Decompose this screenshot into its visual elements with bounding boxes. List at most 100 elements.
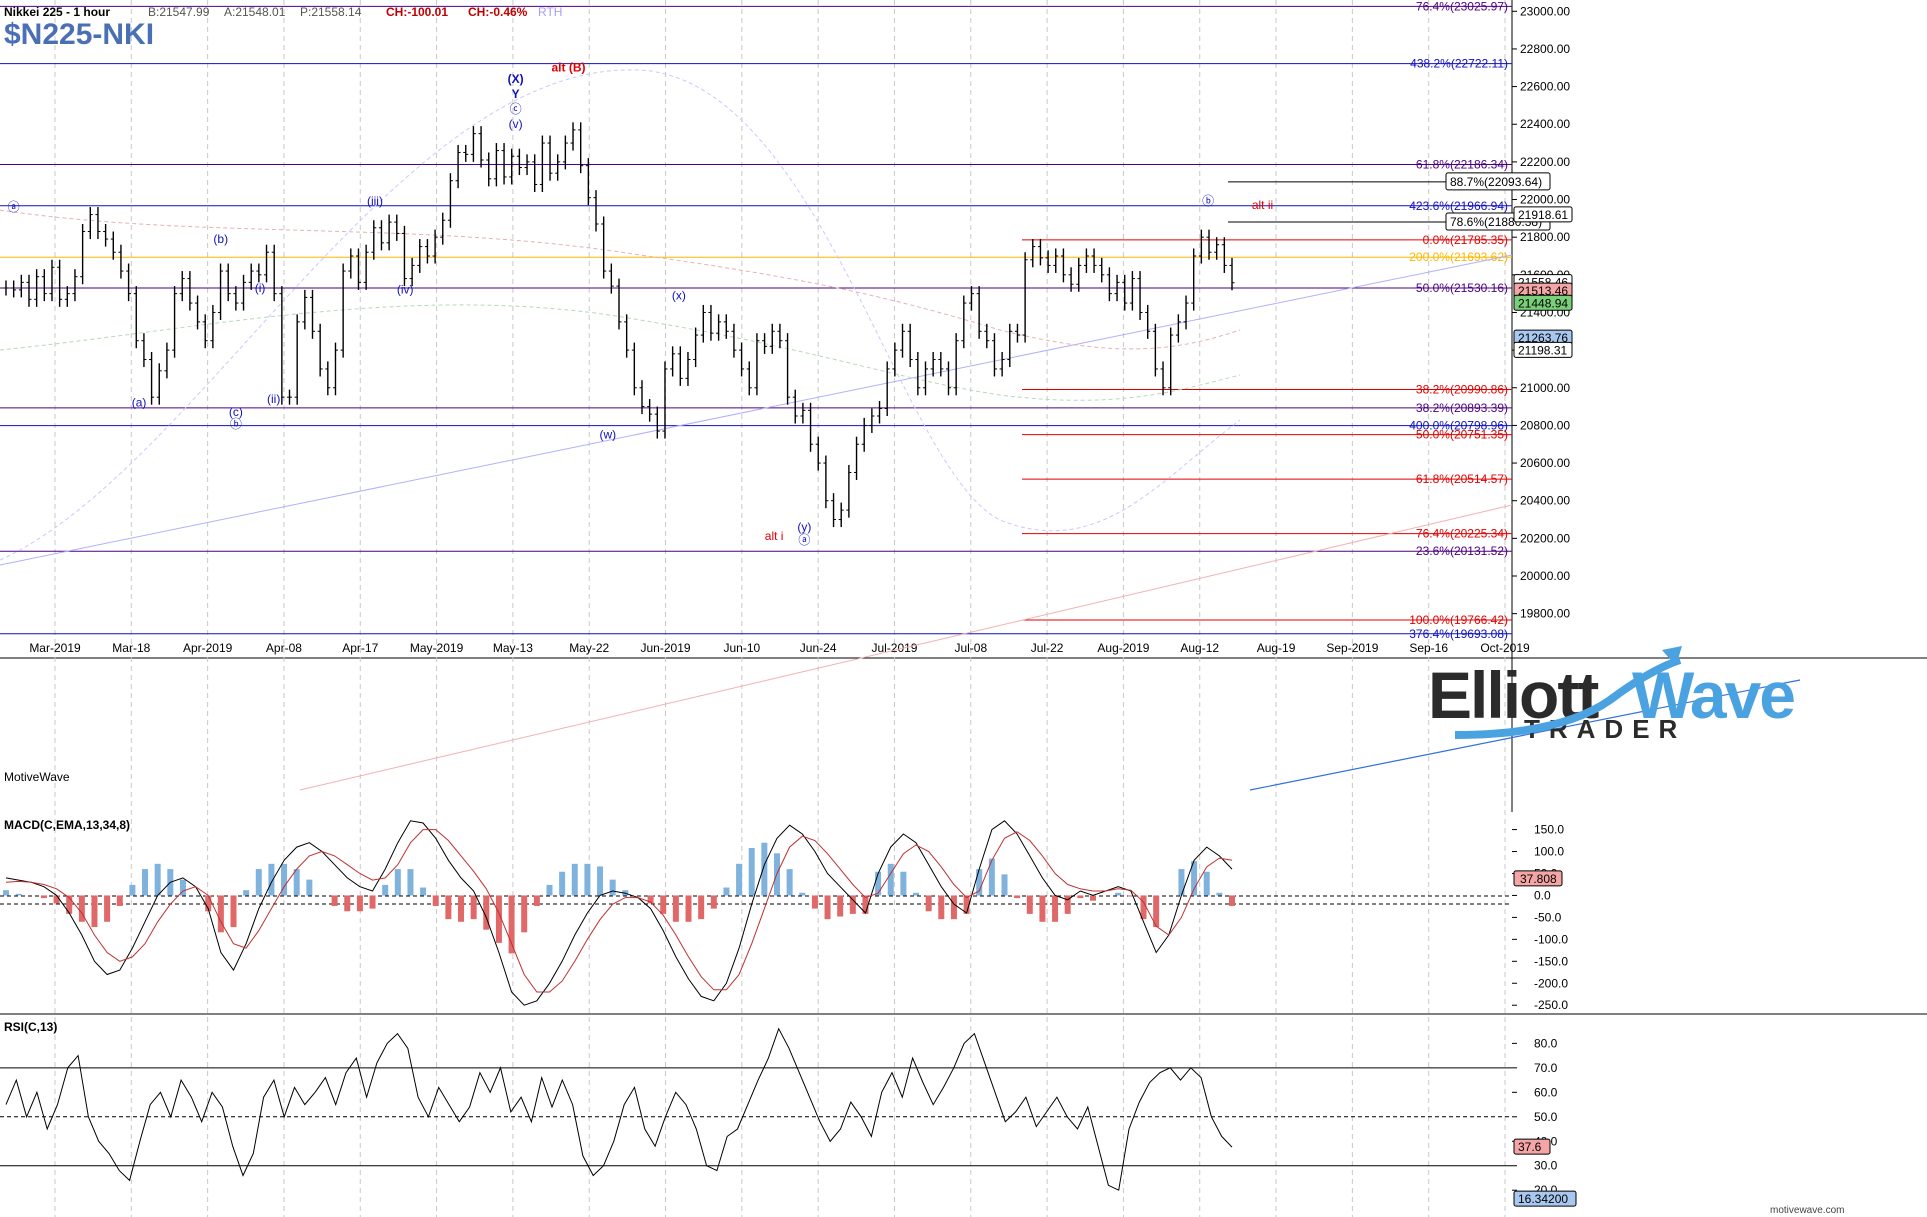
macd-histogram-bar — [660, 895, 667, 914]
macd-histogram-bar — [1216, 892, 1223, 896]
macd-histogram-bar — [559, 871, 566, 896]
fib-level-label: 376.4%(19693.08) — [1409, 627, 1508, 641]
x-tick-label: Jul-08 — [954, 641, 987, 655]
rsi-tag-label: 37.6 — [1518, 1140, 1542, 1154]
macd-histogram-bar — [432, 895, 439, 906]
wave-label: (w) — [599, 428, 616, 442]
provider-left: MotiveWave — [4, 770, 70, 784]
fib-level-label: 23.6%(20131.52) — [1416, 544, 1508, 558]
envelope-curve — [0, 209, 1241, 350]
wave-label: (iii) — [367, 194, 383, 208]
fib-level-label: 50.0%(20751.35) — [1416, 428, 1508, 442]
macd-histogram-bar — [925, 895, 932, 912]
macd-histogram-bar — [1052, 895, 1059, 922]
y-tick-label: 80.0 — [1534, 1036, 1558, 1050]
y-tick-label: 0.0 — [1534, 888, 1551, 902]
y-tick-label: 20600.00 — [1520, 456, 1570, 470]
macd-histogram-bar — [988, 858, 995, 896]
macd-histogram-bar — [470, 895, 477, 920]
macd-histogram-bar — [546, 884, 553, 896]
macd-histogram-bar — [887, 863, 894, 896]
macd-histogram-bar — [53, 895, 60, 904]
y-tick-label: 60.0 — [1534, 1085, 1558, 1099]
y-tick-label: 19800.00 — [1520, 607, 1570, 621]
instrument-title: Nikkei 225 - 1 hour — [4, 5, 110, 19]
y-tick-label: 21800.00 — [1520, 230, 1570, 244]
macd-histogram-bar — [1026, 895, 1033, 914]
y-tick-label: 100.0 — [1534, 845, 1564, 859]
fib-level-label: 38.2%(20990.86) — [1416, 382, 1508, 396]
session-label: RTH — [538, 5, 562, 19]
macd-histogram-bar — [458, 895, 465, 922]
macd-histogram-bar — [420, 887, 427, 896]
macd-histogram-bar — [1039, 895, 1046, 922]
y-tick-label: 30.0 — [1534, 1159, 1558, 1173]
macd-histogram-bar — [799, 892, 806, 896]
macd-series-line — [5, 820, 1233, 1006]
macd-histogram-bar — [268, 863, 275, 896]
wave-label: Y — [512, 87, 520, 101]
macd-panel: MACD(C,EMA,13,34,8)150.0100.050.00.0-50.… — [0, 818, 1927, 1015]
macd-histogram-bar — [584, 863, 591, 896]
fib-level-label: 0.0%(21785.35) — [1423, 233, 1508, 247]
x-tick-label: Aug-19 — [1257, 641, 1296, 655]
x-tick-label: Jun-24 — [800, 641, 837, 655]
elliottwave-logo: Elliott Wave TRADER — [1428, 646, 1796, 744]
fib-level-label: 61.8%(22186.34) — [1416, 157, 1508, 171]
x-tick-label: Apr-2019 — [183, 641, 233, 655]
macd-histogram-bar — [382, 884, 389, 896]
price-panel: Mar-2019 Mar-18 Apr-2019 Apr-08 Apr-17 May-20… — [0, 0, 1927, 1217]
macd-title: MACD(C,EMA,13,34,8) — [4, 818, 130, 832]
macd-histogram-bar — [571, 863, 578, 896]
wave-label: ⓐ — [798, 533, 810, 547]
wave-label: (a) — [132, 396, 147, 410]
x-tick-label: May-2019 — [410, 641, 464, 655]
quote-ask: A:21548.01 — [224, 5, 286, 19]
wave-label: (x) — [672, 288, 686, 302]
y-tick-label: 23000.00 — [1520, 4, 1570, 18]
x-tick-label: Apr-17 — [342, 641, 378, 655]
envelope-curve — [0, 304, 1241, 401]
macd-histogram-bar — [1089, 895, 1096, 901]
macd-histogram-bar — [369, 895, 376, 909]
wave-label: (X) — [508, 72, 524, 86]
macd-histogram-bar — [1014, 895, 1021, 899]
macd-histogram-bar — [78, 895, 85, 922]
macd-histogram-bar — [609, 879, 616, 896]
macd-histogram-bar — [1178, 869, 1185, 896]
macd-histogram-bar — [938, 895, 945, 920]
x-tick-label: Apr-08 — [266, 641, 302, 655]
macd-histogram-bar — [698, 895, 705, 920]
fib-level-label: 50.0%(21530.16) — [1416, 281, 1508, 295]
wave-label: (ii) — [267, 392, 280, 406]
wave-label: alt ii — [1252, 198, 1273, 212]
fib-level-label: 88.7%(22093.64) — [1450, 175, 1542, 189]
y-tick-label: 20200.00 — [1520, 531, 1570, 545]
x-tick-label: Jun-2019 — [641, 641, 691, 655]
wave-label: ⓒ — [510, 102, 522, 116]
x-tick-label: Aug-2019 — [1097, 641, 1149, 655]
trendline-blue — [0, 254, 1513, 566]
quote-change-pct: CH:-0.46% — [468, 5, 528, 19]
macd-tag-label: 37.808 — [1520, 872, 1557, 886]
macd-histogram-bar — [1229, 895, 1235, 906]
wave-label: alt i — [765, 529, 784, 543]
y-tick-label: 70.0 — [1534, 1061, 1558, 1075]
quote-change: CH:-100.01 — [386, 5, 448, 19]
x-tick-label: Sep-2019 — [1326, 641, 1378, 655]
macd-histogram-bar — [104, 895, 111, 922]
macd-histogram-bar — [306, 879, 313, 896]
rsi-panel: RSI(C,13)80.070.060.050.040.030.020.037.… — [0, 1020, 1577, 1207]
x-tick-label: May-13 — [493, 641, 533, 655]
macd-histogram-bar — [685, 895, 692, 922]
macd-histogram-bar — [293, 869, 300, 896]
y-tick-label: -100.0 — [1534, 932, 1568, 946]
fib-level-label: 100.0%(19766.42) — [1409, 613, 1508, 627]
macd-histogram-bar — [748, 848, 755, 896]
fib-level-label: 200.0%(21693.62) — [1409, 250, 1508, 264]
macd-histogram-bar — [521, 895, 528, 933]
wave-label: ⓐ — [8, 200, 20, 214]
x-tick-label: Oct-2019 — [1480, 641, 1530, 655]
x-tick-label: Mar-18 — [112, 641, 150, 655]
macd-histogram-bar — [824, 895, 831, 920]
